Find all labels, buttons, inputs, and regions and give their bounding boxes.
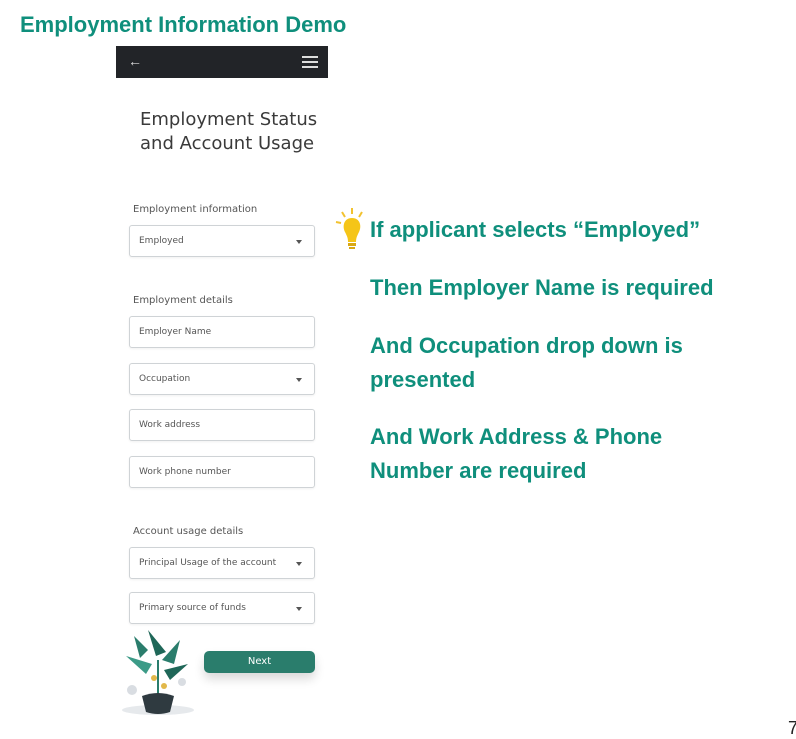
screen-title-line-2: and Account Usage [140,133,315,154]
chevron-down-icon [296,607,302,611]
section-label-employment-information: Employment information [133,204,258,215]
source-of-funds-select[interactable]: Primary source of funds [129,592,315,624]
section-label-account-usage-details: Account usage details [133,526,244,537]
note-line-4a: And Work Address & Phone [370,424,663,449]
work-address-input[interactable]: Work address [129,409,315,441]
note-line-2: Then Employer Name is required [370,275,714,300]
chevron-down-icon [296,240,302,244]
note-line-3b: presented [370,367,476,392]
app-header-bar: ← [116,46,328,78]
lightbulb-icon [335,208,363,249]
employment-status-value: Employed [139,236,184,246]
chevron-down-icon [296,378,302,382]
arrow-left-icon[interactable]: ← [128,53,142,69]
page-number: 7 [788,718,796,738]
note-line-3: And Occupation drop down is presented [370,329,780,397]
work-address-placeholder: Work address [139,420,201,430]
source-of-funds-placeholder: Primary source of funds [139,603,246,613]
plant-pot-illustration [122,630,194,715]
section-label-employment-details: Employment details [133,295,233,306]
employment-status-select[interactable]: Employed [129,225,315,257]
hamburger-menu-icon[interactable] [302,56,318,68]
note-line-4: And Work Address & Phone Number are requ… [370,420,780,488]
employer-name-placeholder: Employer Name [139,327,212,337]
employer-name-input[interactable]: Employer Name [129,316,315,348]
note-line-4b: Number are required [370,458,587,483]
work-phone-input[interactable]: Work phone number [129,456,315,488]
screen-title-line-1: Employment Status [140,109,318,130]
occupation-placeholder: Occupation [139,374,191,384]
slide-title: Employment Information Demo [20,12,347,37]
note-line-1: If applicant selects “Employed” [370,217,701,242]
next-button[interactable]: Next [204,651,315,673]
note-line-3a: And Occupation drop down is [370,333,683,358]
screen-title: Employment Status and Account Usage [140,108,340,156]
work-phone-placeholder: Work phone number [139,467,231,477]
chevron-down-icon [296,562,302,566]
principal-usage-placeholder: Principal Usage of the account [139,558,277,568]
occupation-select[interactable]: Occupation [129,363,315,395]
principal-usage-select[interactable]: Principal Usage of the account [129,547,315,579]
